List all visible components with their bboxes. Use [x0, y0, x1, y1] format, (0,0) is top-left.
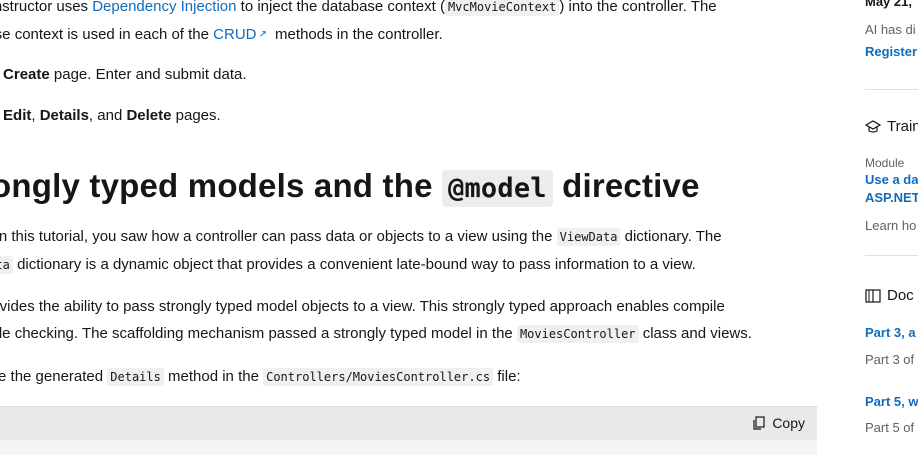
text: methods in the controller. [270, 26, 443, 43]
inline-code: ViewData [556, 228, 621, 246]
code-block-header: Copy [0, 407, 817, 440]
dependency-injection-link[interactable]: Dependency Injection [92, 0, 236, 15]
text: page. Enter and submit data. [49, 66, 247, 83]
training-heading: Train [865, 118, 918, 135]
inline-code: Controllers/MoviesController.cs [263, 368, 494, 386]
paragraph-dependency-injection: constructor uses Dependency Injection to… [0, 0, 717, 48]
text: dictionary is a dynamic object that prov… [12, 256, 696, 273]
bold-text: Edit [3, 107, 32, 124]
text: code checking. The scaffolding mechanism… [0, 325, 517, 342]
bold-text: Details [39, 107, 89, 124]
text: dictionary. The [620, 228, 722, 245]
paragraph-details-method: nine the generated Details method in the… [0, 363, 521, 391]
copy-icon [753, 415, 765, 430]
docs-heading-text: Doc [887, 287, 914, 304]
heading-code: @model [442, 170, 553, 207]
module-label: Module [865, 156, 905, 170]
external-link-icon: ↗ [258, 29, 267, 40]
text: er in this tutorial, you saw how a contr… [0, 228, 557, 245]
sidebar-date: May 21, [865, 0, 912, 9]
bold-text: Create [3, 66, 50, 83]
copy-label: Copy [772, 415, 805, 431]
inline-code: MoviesController [516, 325, 639, 343]
inline-code: MvcMovieContext [444, 0, 560, 16]
training-heading-text: Train [887, 118, 918, 135]
heading-text: directive [552, 167, 700, 204]
section-heading: rongly typed models and the @model direc… [0, 160, 700, 215]
part5-description: Part 5 of [865, 420, 915, 435]
sidebar-divider [865, 89, 918, 90]
training-icon [865, 119, 881, 133]
module-description: Learn ho [865, 218, 917, 233]
sidebar-divider [865, 255, 918, 256]
docs-heading: Doc [865, 287, 914, 304]
part5-link[interactable]: Part 5, w [865, 394, 918, 409]
text: class and views. [638, 325, 752, 342]
text: , and [88, 107, 127, 124]
module-link[interactable]: Use a da [865, 172, 918, 187]
paragraph-edit-details-delete: the Edit, Details, and Delete pages. [0, 102, 221, 129]
text: file: [493, 368, 521, 385]
code-block: Copy [0, 406, 817, 455]
register-link[interactable]: Register [865, 44, 917, 59]
heading-text: rongly typed models and the [0, 167, 442, 204]
part3-description: Part 3 of [865, 352, 915, 367]
book-icon [865, 288, 881, 303]
paragraph-strongly-typed: provides the ability to pass strongly ty… [0, 293, 752, 348]
part3-link[interactable]: Part 3, a [865, 325, 916, 340]
module-link-line2[interactable]: ASP.NET [865, 190, 918, 205]
text: provides the ability to pass strongly ty… [0, 298, 725, 315]
crud-link[interactable]: CRUD [213, 26, 256, 43]
text: base context is used in each of the [0, 26, 214, 43]
text: to inject the database context ( [236, 0, 445, 15]
paragraph-viewdata: er in this tutorial, you saw how a contr… [0, 223, 722, 279]
text: constructor uses [0, 0, 89, 15]
bold-text: Delete [126, 107, 172, 124]
paragraph-create-page: the Create page. Enter and submit data. [0, 61, 247, 88]
text: method in the [163, 368, 264, 385]
text: pages. [171, 107, 221, 124]
text: , [31, 107, 40, 124]
page: constructor uses Dependency Injection to… [0, 0, 918, 455]
inline-code: Details [107, 368, 164, 386]
text: nine the generated [0, 368, 104, 385]
inline-code: Data [0, 256, 13, 274]
copy-button[interactable]: Copy [752, 415, 805, 431]
text: ) into the controller. The [559, 0, 717, 15]
sidebar-ai-note: AI has di [865, 22, 916, 37]
